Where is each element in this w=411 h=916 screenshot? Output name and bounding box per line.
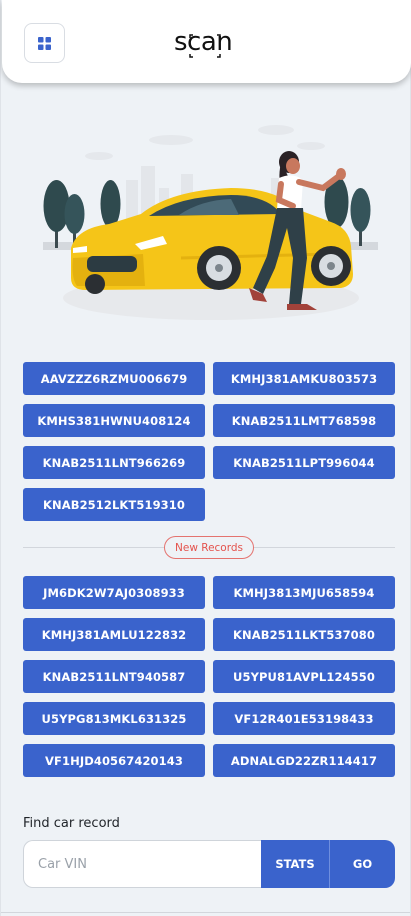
new-record-button[interactable]: VF12R401E53198433 (213, 702, 395, 735)
car-vin-input[interactable] (23, 840, 261, 888)
app-header: scan (2, 0, 411, 83)
new-record-button[interactable]: JM6DK2W7AJ0308933 (23, 576, 205, 609)
new-record-button[interactable]: U5YPU81AVPL124550 (213, 660, 395, 693)
bottom-divider (1, 912, 410, 913)
record-button[interactable]: KMHJ381AMKU803573 (213, 362, 395, 395)
record-button[interactable]: KNAB2512LKT519310 (23, 488, 205, 521)
hero-illustration (43, 125, 378, 320)
new-record-button[interactable]: KNAB2511LNT940587 (23, 660, 205, 693)
record-button[interactable]: KMHS381HWNU408124 (23, 404, 205, 437)
stats-button[interactable]: STATS (261, 840, 330, 888)
svg-text:scan: scan (174, 27, 232, 57)
app-screen: scan AAVZZZ6RZMU006679 KMHJ381AMKU803573… (0, 0, 411, 916)
new-record-button[interactable]: KNAB2511LKT537080 (213, 618, 395, 651)
scan-logo[interactable]: scan (162, 24, 252, 62)
grid-icon (38, 36, 51, 50)
new-record-button[interactable]: U5YPG813MKL631325 (23, 702, 205, 735)
record-button[interactable]: KNAB2511LMT768598 (213, 404, 395, 437)
new-record-button[interactable]: KMHJ3813MJU658594 (213, 576, 395, 609)
new-record-button[interactable]: ADNALGD22ZR114417 (213, 744, 395, 777)
go-button[interactable]: GO (330, 840, 395, 888)
record-button[interactable]: AAVZZZ6RZMU006679 (23, 362, 205, 395)
records-grid: AAVZZZ6RZMU006679 KMHJ381AMKU803573 KMHS… (23, 362, 395, 521)
record-button[interactable]: KNAB2511LNT966269 (23, 446, 205, 479)
record-button[interactable]: KNAB2511LPT996044 (213, 446, 395, 479)
new-record-button[interactable]: KMHJ381AMLU122832 (23, 618, 205, 651)
new-records-grid: JM6DK2W7AJ0308933 KMHJ3813MJU658594 KMHJ… (23, 576, 395, 777)
search-bar: STATS GO (23, 840, 395, 888)
new-record-button[interactable]: VF1HJD40567420143 (23, 744, 205, 777)
find-car-record-label: Find car record (23, 816, 120, 831)
new-records-badge: New Records (164, 536, 254, 559)
new-records-divider: New Records (23, 536, 395, 560)
menu-button[interactable] (24, 23, 65, 63)
